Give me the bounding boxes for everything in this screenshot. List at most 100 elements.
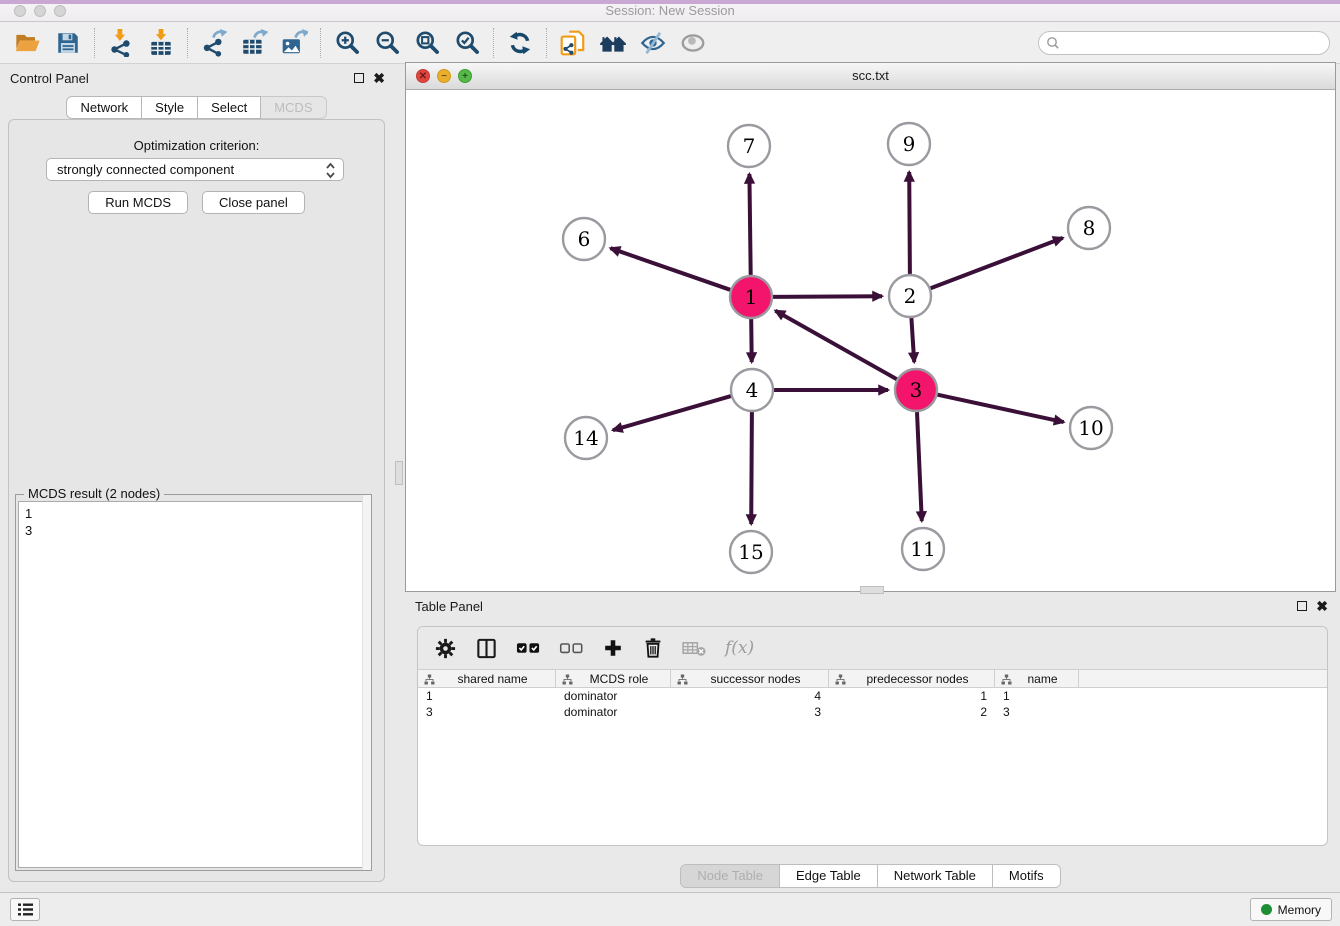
column-header-shared-name[interactable]: shared name: [418, 670, 556, 687]
graph-node-2[interactable]: 2: [889, 275, 931, 317]
criterion-select[interactable]: strongly connected component: [46, 158, 344, 181]
table-cell[interactable]: 3: [995, 704, 1079, 720]
graph-edge-3-1[interactable]: [775, 311, 896, 380]
export-network-button[interactable]: [194, 25, 234, 61]
zoom-out-button[interactable]: [367, 25, 407, 61]
table-cell[interactable]: 4: [671, 688, 829, 704]
column-header-name[interactable]: name: [995, 670, 1079, 687]
close-panel-icon[interactable]: ✖: [373, 72, 385, 84]
graph-node-14[interactable]: 14: [565, 417, 607, 459]
graph-edge-3-11[interactable]: [917, 412, 922, 521]
table-settings-button[interactable]: [434, 633, 457, 663]
graph-node-label: 2: [904, 284, 917, 308]
graph-node-8[interactable]: 8: [1068, 207, 1110, 249]
zoom-selected-icon: [454, 29, 481, 56]
column-header-mcds-role[interactable]: MCDS role: [556, 670, 671, 687]
vertical-splitter-handle[interactable]: [395, 461, 403, 485]
tab-select[interactable]: Select: [198, 96, 261, 119]
tab-edge-table[interactable]: Edge Table: [779, 865, 877, 887]
function-builder-button[interactable]: f(x): [725, 633, 754, 663]
graph-edge-2-9[interactable]: [909, 172, 910, 274]
memory-button[interactable]: Memory: [1250, 898, 1332, 921]
table-cell[interactable]: 2: [829, 704, 995, 720]
tab-node-table[interactable]: Node Table: [681, 865, 779, 887]
graph-edge-2-8[interactable]: [931, 238, 1063, 288]
graph-node-10[interactable]: 10: [1070, 407, 1112, 449]
new-network-from-selection-button[interactable]: [553, 25, 593, 61]
tab-network-table[interactable]: Network Table: [877, 865, 992, 887]
search-input[interactable]: [1038, 31, 1330, 55]
show-all-nodes-button[interactable]: [593, 25, 633, 61]
graph-edge-1-6[interactable]: [611, 248, 731, 290]
table-cell[interactable]: dominator: [556, 704, 671, 720]
network-canvas[interactable]: 7 9 6 8 1 2 4 3 14 10 15 11: [406, 90, 1335, 591]
table-cell[interactable]: 1: [418, 688, 556, 704]
network-window-titlebar[interactable]: ✕ − + scc.txt: [406, 63, 1335, 90]
graph-node-11[interactable]: 11: [902, 528, 944, 570]
export-image-button[interactable]: [274, 25, 314, 61]
app-titlebar: Session: New Session: [0, 0, 1340, 22]
table-row[interactable]: 3dominator323: [418, 704, 1327, 720]
graph-node-9[interactable]: 9: [888, 123, 930, 165]
delete-table-button[interactable]: [682, 633, 707, 663]
show-hidden-button[interactable]: [673, 25, 713, 61]
split-panel-button[interactable]: [475, 633, 498, 663]
float-panel-icon[interactable]: [354, 73, 364, 83]
column-header-predecessor-nodes[interactable]: predecessor nodes: [829, 670, 995, 687]
tab-motifs[interactable]: Motifs: [992, 865, 1060, 887]
refresh-icon: [507, 30, 533, 56]
add-column-button[interactable]: [602, 633, 624, 663]
graph-node-1[interactable]: 1: [730, 276, 772, 318]
open-session-button[interactable]: [8, 25, 48, 61]
zoom-fit-button[interactable]: [407, 25, 447, 61]
import-network-button[interactable]: [101, 25, 141, 61]
table-cell[interactable]: dominator: [556, 688, 671, 704]
delete-column-button[interactable]: [642, 633, 664, 663]
unselect-all-columns-button[interactable]: [559, 633, 584, 663]
table-cell[interactable]: 1: [829, 688, 995, 704]
select-all-columns-button[interactable]: [516, 633, 541, 663]
tab-network[interactable]: Network: [66, 96, 142, 119]
graph-edge-3-10[interactable]: [938, 395, 1064, 422]
tab-mcds[interactable]: MCDS: [261, 96, 326, 119]
graph-node-7[interactable]: 7: [728, 125, 770, 167]
task-history-button[interactable]: [10, 898, 40, 921]
result-scrollbar[interactable]: [362, 495, 371, 870]
mcds-result-text[interactable]: 13: [18, 501, 369, 868]
table-cell[interactable]: 1: [995, 688, 1079, 704]
delete-table-icon: [682, 639, 707, 658]
graph-edge-4-14[interactable]: [613, 396, 731, 430]
zoom-selected-button[interactable]: [447, 25, 487, 61]
close-panel-button[interactable]: Close panel: [202, 191, 305, 214]
graph-edge-2-3[interactable]: [911, 318, 914, 362]
column-header-label: predecessor nodes: [866, 672, 968, 686]
table-cell[interactable]: 3: [418, 704, 556, 720]
graph-edge-1-4[interactable]: [751, 319, 752, 362]
graph-node-6[interactable]: 6: [563, 218, 605, 260]
graph-node-15[interactable]: 15: [730, 531, 772, 573]
zoom-in-icon: [334, 29, 361, 56]
graph-edge-4-15[interactable]: [751, 412, 752, 524]
table-row[interactable]: 1dominator411: [418, 688, 1327, 704]
graph-node-4[interactable]: 4: [731, 369, 773, 411]
save-session-button[interactable]: [48, 25, 88, 61]
import-table-button[interactable]: [141, 25, 181, 61]
graph-node-label: 11: [910, 537, 935, 561]
close-table-panel-icon[interactable]: ✖: [1316, 600, 1328, 612]
graph-node-3[interactable]: 3: [895, 369, 937, 411]
float-table-panel-icon[interactable]: [1297, 601, 1307, 611]
export-table-button[interactable]: [234, 25, 274, 61]
task-list-icon: [17, 902, 34, 917]
graph-node-label: 8: [1083, 216, 1096, 240]
unchecked-boxes-icon: [559, 639, 584, 657]
table-cell[interactable]: 3: [671, 704, 829, 720]
zoom-in-button[interactable]: [327, 25, 367, 61]
hide-selected-button[interactable]: [633, 25, 673, 61]
graph-edge-1-7[interactable]: [749, 174, 750, 275]
run-mcds-button[interactable]: Run MCDS: [88, 191, 188, 214]
graph-edge-1-2[interactable]: [773, 296, 882, 297]
refresh-button[interactable]: [500, 25, 540, 61]
tab-style[interactable]: Style: [142, 96, 198, 119]
horizontal-splitter-handle[interactable]: [860, 586, 884, 594]
column-header-successor-nodes[interactable]: successor nodes: [671, 670, 829, 687]
